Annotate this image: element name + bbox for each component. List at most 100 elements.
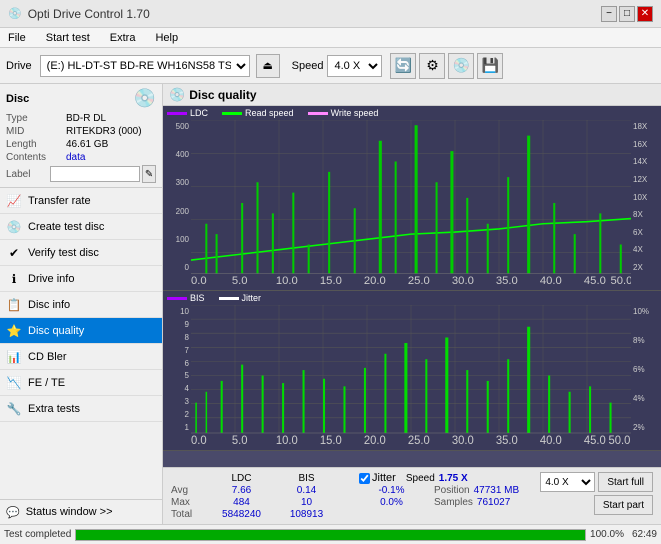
start-part-button[interactable]: Start part — [594, 495, 653, 515]
extra-tests-icon: 🔧 — [6, 401, 22, 417]
total-label: Total — [171, 509, 209, 520]
speed-select[interactable]: 4.0 X — [327, 55, 382, 77]
transfer-rate-icon: 📈 — [6, 193, 22, 209]
disc-button[interactable]: 💿 — [448, 53, 474, 79]
nav-label-transfer-rate: Transfer rate — [28, 195, 91, 207]
nav-item-verify-test-disc[interactable]: ✔ Verify test disc — [0, 240, 162, 266]
label-edit-button[interactable]: ✎ — [142, 165, 156, 183]
eject-button[interactable]: ⏏ — [256, 54, 280, 78]
svg-text:35.0: 35.0 — [496, 435, 518, 446]
menubar: File Start test Extra Help — [0, 28, 661, 48]
disc-panel-title: Disc — [6, 93, 29, 105]
nav-label-disc-quality: Disc quality — [28, 325, 84, 337]
ldc-legend-ldc: LDC — [167, 108, 208, 118]
chart-header-icon: 💿 — [169, 87, 185, 103]
chart-title: Disc quality — [189, 88, 256, 102]
nav-item-transfer-rate[interactable]: 📈 Transfer rate — [0, 188, 162, 214]
progress-bar — [75, 529, 586, 541]
nav-item-fe-te[interactable]: 📉 FE / TE — [0, 370, 162, 396]
verify-test-disc-icon: ✔ — [6, 245, 22, 261]
jitter-checkbox[interactable] — [359, 473, 370, 484]
nav-label-verify-test-disc: Verify test disc — [28, 247, 99, 259]
speed-header: Speed — [406, 473, 435, 484]
max-bis: 10 — [274, 497, 339, 508]
svg-text:20.0: 20.0 — [364, 435, 386, 446]
mid-value: RITEKDR3 (000) — [66, 126, 142, 137]
svg-text:0.0: 0.0 — [191, 435, 207, 446]
svg-text:10.0: 10.0 — [276, 275, 298, 286]
max-ldc: 484 — [209, 497, 274, 508]
nav-item-cd-bler[interactable]: 📊 CD Bler — [0, 344, 162, 370]
svg-text:10.0: 10.0 — [276, 435, 298, 446]
create-test-disc-icon: 💿 — [6, 219, 22, 235]
speed-header-value: 1.75 X — [439, 473, 468, 484]
contents-value: data — [66, 152, 85, 163]
test-speed-select[interactable]: 4.0 X — [540, 472, 595, 492]
samples-label: Samples — [434, 497, 473, 508]
nav-item-disc-info[interactable]: 📋 Disc info — [0, 292, 162, 318]
nav-label-cd-bler: CD Bler — [28, 351, 67, 363]
nav-item-create-test-disc[interactable]: 💿 Create test disc — [0, 214, 162, 240]
avg-ldc: 7.66 — [209, 485, 274, 496]
settings-button[interactable]: ⚙ — [419, 53, 445, 79]
label-label: Label — [6, 169, 50, 180]
menu-extra[interactable]: Extra — [106, 30, 140, 46]
type-label: Type — [6, 113, 66, 124]
minimize-button[interactable]: − — [601, 6, 617, 22]
svg-text:15.0: 15.0 — [320, 275, 342, 286]
max-jitter: 0.0% — [359, 497, 424, 508]
ldc-chart: LDC Read speed Write speed 500 400 300 — [163, 106, 661, 291]
fe-te-icon: 📉 — [6, 375, 22, 391]
menu-file[interactable]: File — [4, 30, 30, 46]
samples-value: 761027 — [477, 497, 510, 508]
progress-fill — [76, 530, 585, 540]
status-time: 62:49 — [632, 529, 657, 540]
close-button[interactable]: ✕ — [637, 6, 653, 22]
length-value: 46.61 GB — [66, 139, 108, 150]
svg-text:40.0: 40.0 — [540, 435, 562, 446]
titlebar: 💿 Opti Drive Control 1.70 − □ ✕ — [0, 0, 661, 28]
length-label: Length — [6, 139, 66, 150]
save-button[interactable]: 💾 — [477, 53, 503, 79]
sidebar: Disc 💿 Type BD-R DL MID RITEKDR3 (000) L… — [0, 84, 163, 524]
nav-label-disc-info: Disc info — [28, 299, 70, 311]
nav-item-disc-quality[interactable]: ⭐ Disc quality — [0, 318, 162, 344]
drive-label: Drive — [6, 60, 32, 72]
maximize-button[interactable]: □ — [619, 6, 635, 22]
type-value: BD-R DL — [66, 113, 106, 124]
position-label: Position — [434, 485, 470, 496]
menu-help[interactable]: Help — [151, 30, 182, 46]
ldc-header: LDC — [209, 473, 274, 484]
nav-item-drive-info[interactable]: ℹ Drive info — [0, 266, 162, 292]
nav-label-drive-info: Drive info — [28, 273, 74, 285]
chart-header: 💿 Disc quality — [163, 84, 661, 106]
drive-select[interactable]: (E:) HL-DT-ST BD-RE WH16NS58 TST4 — [40, 55, 250, 77]
svg-text:50.0 GB: 50.0 GB — [611, 275, 631, 286]
ldc-chart-svg: 0.0 5.0 10.0 15.0 20.0 25.0 30.0 35.0 40… — [191, 120, 631, 286]
start-full-button[interactable]: Start full — [598, 472, 653, 492]
mid-label: MID — [6, 126, 66, 137]
drive-info-icon: ℹ — [6, 271, 22, 287]
label-input[interactable] — [50, 166, 140, 182]
svg-text:30.0: 30.0 — [452, 435, 474, 446]
bis-legend-bis: BIS — [167, 293, 205, 303]
nav-label-create-test-disc: Create test disc — [28, 221, 104, 233]
nav-item-extra-tests[interactable]: 🔧 Extra tests — [0, 396, 162, 422]
max-label: Max — [171, 497, 209, 508]
app-icon: 💿 — [8, 7, 22, 20]
status-text: Test completed — [4, 529, 71, 540]
svg-text:35.0: 35.0 — [496, 275, 518, 286]
svg-text:20.0: 20.0 — [364, 275, 386, 286]
menu-start-test[interactable]: Start test — [42, 30, 94, 46]
nav-label-extra-tests: Extra tests — [28, 403, 80, 415]
stats-area: LDC BIS Jitter Speed 1.75 X Avg 7.66 — [163, 467, 661, 524]
ldc-legend-read: Read speed — [222, 108, 294, 118]
svg-text:50.0 GB: 50.0 GB — [608, 435, 631, 446]
ldc-legend-write: Write speed — [308, 108, 379, 118]
bis-chart-svg: 0.0 5.0 10.0 15.0 20.0 25.0 30.0 35.0 40… — [191, 305, 631, 446]
status-window-button[interactable]: 💬 Status window >> — [0, 500, 162, 524]
jitter-checkbox-label[interactable]: Jitter — [359, 472, 396, 484]
svg-text:40.0: 40.0 — [540, 275, 562, 286]
disc-panel: Disc 💿 Type BD-R DL MID RITEKDR3 (000) L… — [0, 84, 162, 188]
refresh-button[interactable]: 🔄 — [390, 53, 416, 79]
